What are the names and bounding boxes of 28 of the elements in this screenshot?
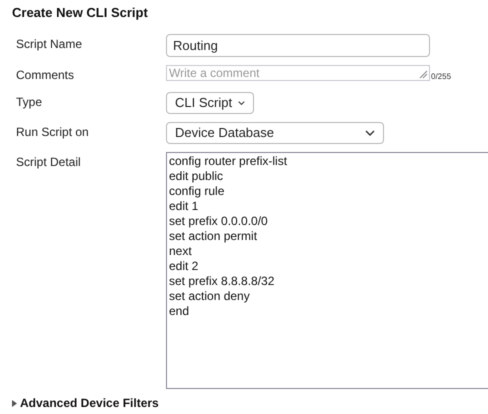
character-counter: 0/255 (431, 73, 452, 81)
script-line: config rule (169, 184, 226, 199)
script-line: set prefix 8.8.8.8/32 (169, 274, 276, 289)
field-label: Script Detail (15, 154, 82, 171)
dropdown-value: Device Database (175, 124, 274, 142)
script-name-field[interactable]: Routing (166, 34, 430, 57)
script-line: edit public (169, 169, 224, 184)
field-label: Script Name (15, 36, 84, 53)
script-detail-textarea[interactable]: config router prefix-list edit public config rule edit 1 set prefix 0.0.0.0/0 set action permit next edit 2 set prefix 8.8.8.8/32 set action deny end (166, 152, 488, 389)
script-line: set prefix 0.0.0.0/0 (169, 214, 269, 229)
dropdown-value: CLI Script (175, 94, 232, 112)
script-line: next (169, 244, 193, 259)
field-label: Comments (15, 67, 76, 84)
script-line: edit 2 (169, 259, 200, 274)
advanced-filters-toggle[interactable]: Advanced Device Filters (11, 394, 159, 412)
resize-handle-icon[interactable] (419, 70, 428, 79)
chevron-down-icon (365, 130, 375, 136)
script-line: end (169, 304, 190, 319)
form-title: Create New CLI Script (12, 4, 148, 22)
script-line: config router prefix-list (169, 154, 288, 169)
field-label: Type (15, 94, 44, 111)
script-line: edit 1 (169, 199, 200, 214)
script-line: set action permit (169, 229, 258, 244)
script-line: set action deny (169, 289, 251, 304)
run-script-dropdown[interactable]: Device Database (166, 122, 384, 144)
chevron-down-icon (238, 100, 245, 106)
field-label: Run Script on (15, 124, 90, 141)
type-dropdown[interactable]: CLI Script (166, 92, 254, 114)
